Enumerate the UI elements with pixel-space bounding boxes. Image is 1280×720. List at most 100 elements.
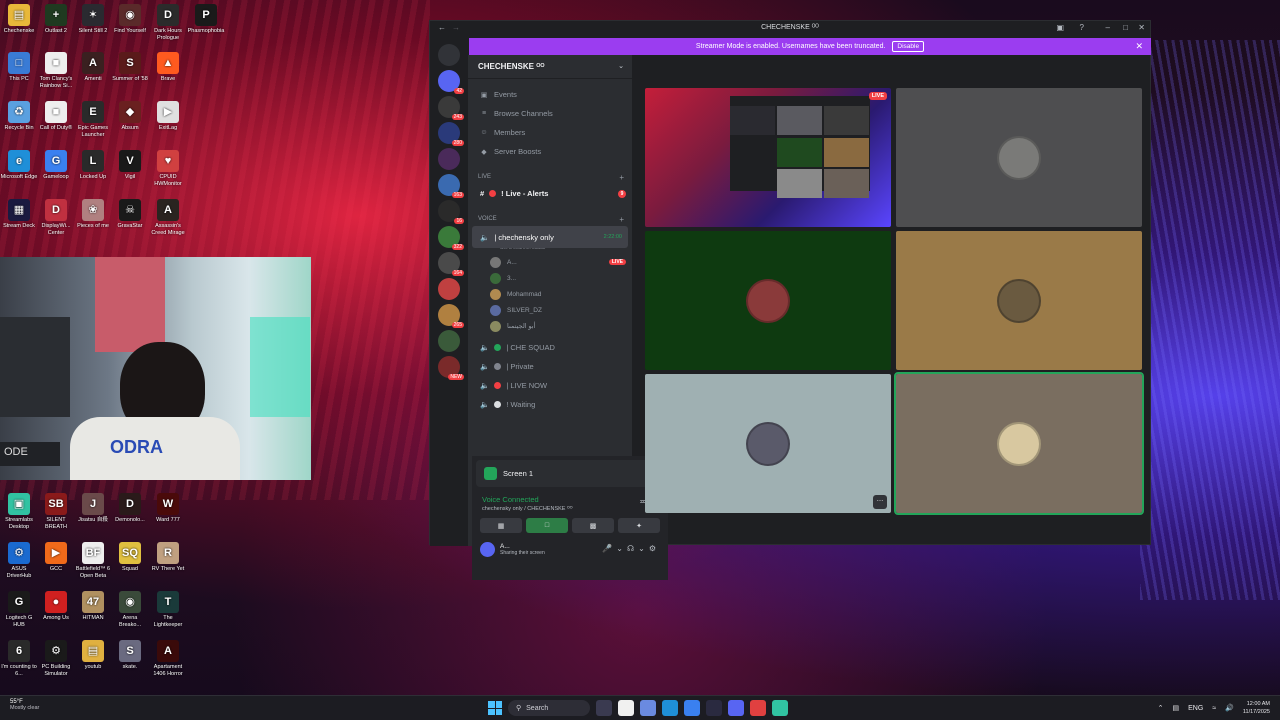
server-icon[interactable] <box>438 330 460 352</box>
desktop-shortcut[interactable]: R RV There Yet <box>149 542 187 573</box>
help-icon[interactable]: ? <box>1080 23 1084 32</box>
desktop-shortcut[interactable]: SB SILENT BREATH <box>37 493 75 530</box>
user-panel[interactable]: A... Sharing their screen 🎤⌄☊⌄⚙ <box>472 533 668 557</box>
participant-tile[interactable] <box>645 231 891 370</box>
activities-button[interactable]: ▩ <box>572 518 614 533</box>
taskbar-app-icon[interactable] <box>728 700 744 716</box>
desktop-shortcut[interactable]: ▶ GCC <box>37 542 75 573</box>
desktop-shortcut[interactable]: ■ Call of Duty® <box>37 101 75 132</box>
desktop-shortcut[interactable]: E Epic Games Launcher <box>74 101 112 138</box>
voice-user[interactable]: SILVER_DZ <box>468 302 632 318</box>
taskbar-app-icon[interactable] <box>596 700 612 716</box>
desktop-shortcut[interactable]: ⚙ PC Building Simulator <box>37 640 75 677</box>
desktop-shortcut[interactable]: BF Battlefield™ 6 Open Beta <box>74 542 112 579</box>
desktop-shortcut[interactable]: J Jisatsu 自殺 <box>74 493 112 524</box>
server-icon[interactable]: 280 <box>438 122 464 146</box>
desktop-shortcut[interactable]: SQ Squad <box>111 542 149 573</box>
minimize-icon[interactable]: – <box>1106 23 1110 32</box>
voice-channel[interactable]: 🔈 | LIVE NOW <box>468 376 632 395</box>
server-icon[interactable]: 322 <box>438 226 464 250</box>
server-icon[interactable]: 163 <box>438 174 464 198</box>
desktop-shortcut[interactable]: A Assassin's Creed Mirage <box>149 199 187 236</box>
channel-live-alerts[interactable]: # ! Live - Alerts 9 <box>468 184 632 203</box>
voice-channel[interactable]: 🔈 | Private <box>468 357 632 376</box>
desktop-shortcut[interactable]: ✶ Silent Still 2 <box>74 4 112 35</box>
nav-item[interactable]: ◆ Server Boosts <box>468 142 632 161</box>
desktop-shortcut[interactable]: D DisplayWi... Center <box>37 199 75 236</box>
desktop-shortcut[interactable]: ◉ Find Yourself <box>111 4 149 35</box>
desktop-shortcut[interactable]: ▦ Stream Deck <box>0 199 38 230</box>
more-options-button[interactable]: … <box>873 495 887 509</box>
add-channel-icon[interactable]: + <box>619 215 624 224</box>
desktop-shortcut[interactable]: + Outlast 2 <box>37 4 75 35</box>
inbox-icon[interactable]: ▣ <box>1056 23 1064 32</box>
desktop-shortcut[interactable]: Sskate. <box>111 640 149 671</box>
desktop-shortcut[interactable]: T The Lightkeeper <box>149 591 187 628</box>
close-window-icon[interactable]: ✕ <box>1138 23 1145 32</box>
desktop-shortcut[interactable]: □ This PC <box>0 52 38 83</box>
desktop-shortcut[interactable]: ● Among Us <box>37 591 75 622</box>
desktop-shortcut[interactable]: ▤ Chechenske <box>0 4 38 35</box>
server-icon[interactable]: 164 <box>438 252 464 276</box>
volume-icon[interactable]: 🔊 <box>1225 704 1234 712</box>
server-icon[interactable]: 16 <box>438 200 464 224</box>
desktop-shortcut[interactable]: A Apartament 1406 Horror <box>149 640 187 677</box>
desktop-shortcut[interactable]: ■ Tom Clancy's Rainbow Si... <box>37 52 75 89</box>
taskbar-app-icon[interactable] <box>706 700 722 716</box>
taskbar-app-icon[interactable] <box>772 700 788 716</box>
desktop-shortcut[interactable]: V Vigil <box>111 150 149 181</box>
taskbar-app-icon[interactable] <box>640 700 656 716</box>
voice-user[interactable]: أبو الجينمىا <box>468 318 632 334</box>
participant-tile[interactable] <box>896 88 1142 227</box>
desktop-shortcut[interactable]: ⚙ ASUS DriverHub <box>0 542 38 579</box>
taskbar-app-icon[interactable] <box>618 700 634 716</box>
desktop-shortcut[interactable]: ▣ Streamlabs Desktop <box>0 493 38 530</box>
desktop-shortcut[interactable]: ♻ Recycle Bin <box>0 101 38 132</box>
desktop-shortcut[interactable]: ◉ Arena Breako... <box>111 591 149 628</box>
server-icon[interactable]: 265 <box>438 304 464 328</box>
desktop-shortcut[interactable]: ▤ youtub <box>74 640 112 671</box>
discord-home-icon[interactable] <box>438 44 460 66</box>
category-voice[interactable]: VOICE + <box>468 212 632 226</box>
desktop-shortcut[interactable]: ◆ Absum <box>111 101 149 132</box>
desktop-shortcut[interactable]: 6 I'm counting to 6... <box>0 640 38 677</box>
wifi-icon[interactable]: ≈ <box>1212 705 1216 712</box>
maximize-icon[interactable]: □ <box>1123 23 1128 32</box>
screen-share-row[interactable]: Screen 1 ◫ <box>476 460 664 487</box>
user-controls-icons[interactable]: 🎤⌄☊⌄⚙ <box>602 544 660 553</box>
voice-channel[interactable]: 🔈 ! Waiting <box>468 395 632 414</box>
desktop-shortcut[interactable]: L Locked Up <box>74 150 112 181</box>
desktop-shortcut[interactable]: P Phasmophobia <box>187 4 225 35</box>
clock[interactable]: 12:00 AM 11/17/2025 <box>1243 700 1270 716</box>
server-icon[interactable]: NEW <box>438 356 464 380</box>
camera-off-button[interactable]: ▦ <box>480 518 522 533</box>
server-icon[interactable]: 42 <box>438 70 464 94</box>
voice-channel-chechensky-only[interactable]: 🔈 | chechensky only 2:22:00 <box>472 226 628 248</box>
desktop-shortcut[interactable]: e Microsoft Edge <box>0 150 38 181</box>
server-icon[interactable]: 243 <box>438 96 464 120</box>
taskbar-app-icon[interactable] <box>662 700 678 716</box>
add-channel-icon[interactable]: + <box>619 173 624 182</box>
server-header[interactable]: CHECHENSKE ᴼᴼ ⌄ <box>468 55 632 79</box>
voice-user[interactable]: A... LIVE <box>468 254 632 270</box>
soundboard-button[interactable]: ✦ <box>618 518 660 533</box>
nav-item[interactable]: ▣ Events <box>468 85 632 104</box>
participant-tile[interactable] <box>896 231 1142 370</box>
desktop-shortcut[interactable]: G Gameloop <box>37 150 75 181</box>
desktop-shortcut[interactable]: D Demonolo... <box>111 493 149 524</box>
participant-tile[interactable] <box>894 372 1144 515</box>
nav-item[interactable]: ☺ Members <box>468 123 632 142</box>
taskbar-app-icon[interactable] <box>684 700 700 716</box>
voice-user[interactable]: 3... <box>468 270 632 286</box>
desktop-shortcut[interactable]: ▶ ExitLag <box>149 101 187 132</box>
server-icon[interactable] <box>438 278 460 300</box>
chevron-up-icon[interactable]: ⌃ <box>1158 704 1164 712</box>
stream-tile[interactable]: LIVE <box>645 88 891 227</box>
desktop-shortcut[interactable]: ☠ GravaStar <box>111 199 149 230</box>
desktop-shortcut[interactable]: ❀ Pieces of me <box>74 199 112 230</box>
voice-connected-label[interactable]: Voice Connected <box>482 495 658 504</box>
voice-connected-sub[interactable]: chechensky only / CHECHENSKE ᴼᴼ <box>482 506 658 512</box>
taskbar-search[interactable]: ⚲ Search <box>508 700 590 716</box>
category-live[interactable]: LIVE + <box>468 170 632 184</box>
screen-share-button[interactable]: □ <box>526 518 568 533</box>
